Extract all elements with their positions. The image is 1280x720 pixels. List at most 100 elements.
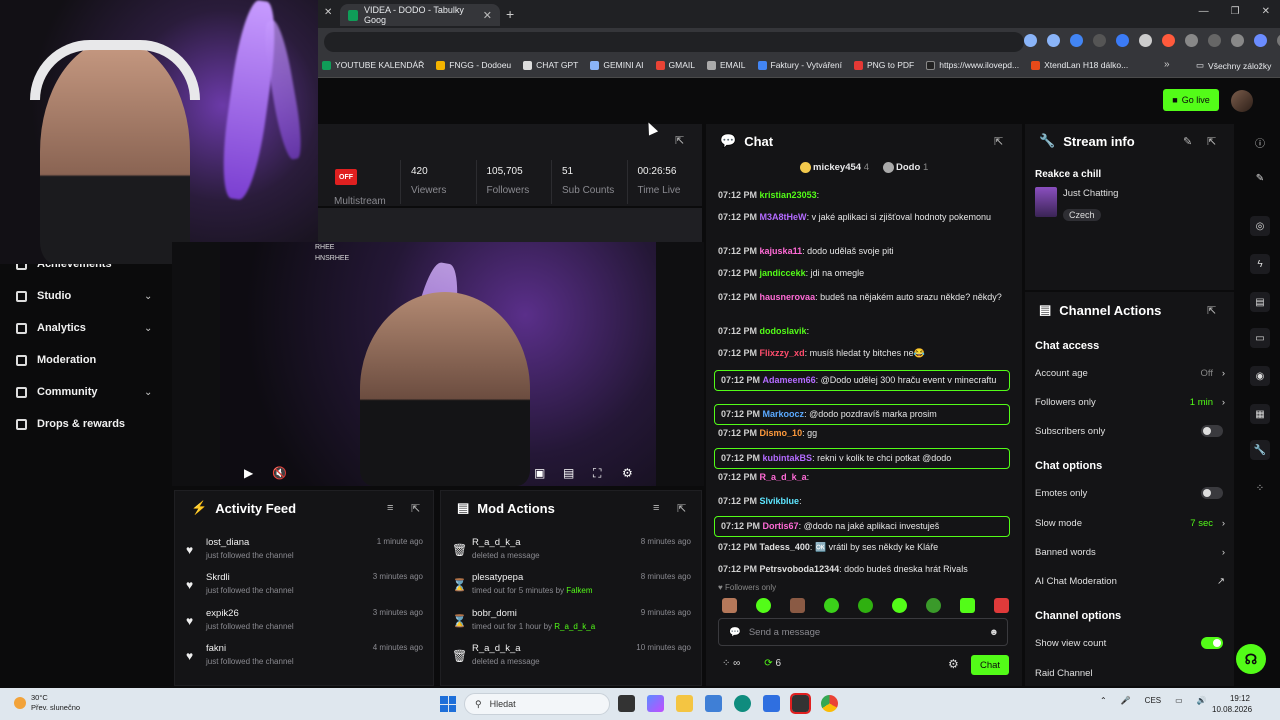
chrome-icon[interactable] bbox=[821, 695, 838, 712]
extension-icon[interactable] bbox=[1070, 34, 1083, 47]
filter-icon[interactable]: ≡ bbox=[387, 502, 393, 514]
avatar[interactable] bbox=[1231, 90, 1253, 112]
multistream-label[interactable]: Multistream bbox=[334, 196, 386, 207]
filter-icon[interactable]: ≡ bbox=[653, 502, 659, 514]
settings-icon[interactable]: ⚙ bbox=[622, 466, 633, 480]
settings-icon[interactable]: ⚙ bbox=[948, 657, 959, 671]
extension-icon[interactable] bbox=[1093, 34, 1106, 47]
sidebar-item-analytics[interactable]: Analytics ⌄ bbox=[16, 322, 152, 334]
popout-icon[interactable]: ⇱ bbox=[677, 502, 686, 515]
message-username[interactable]: Tadess_400 bbox=[760, 542, 810, 552]
message-username[interactable]: Flixzzy_xd bbox=[760, 348, 805, 358]
broadcast-icon[interactable]: ◉ bbox=[1250, 366, 1270, 386]
popout-icon[interactable]: ⇱ bbox=[411, 502, 420, 515]
clock[interactable]: 19:12 10.08.2026 bbox=[1212, 693, 1252, 715]
message-username[interactable]: hausnerovaa bbox=[760, 292, 816, 302]
language-indicator[interactable]: CES bbox=[1145, 696, 1161, 705]
bolt-icon[interactable]: ϟ bbox=[1250, 254, 1270, 274]
mic-icon[interactable]: 🎤 bbox=[1121, 696, 1131, 705]
wrench-icon[interactable]: 🔧 bbox=[1250, 440, 1270, 460]
points-icon[interactable]: ⁘ ∞ bbox=[722, 658, 740, 669]
play-icon[interactable]: ▶ bbox=[244, 466, 253, 480]
emote-icon[interactable] bbox=[960, 598, 975, 613]
popout-icon[interactable]: ⇱ bbox=[994, 135, 1003, 148]
emote-icon[interactable] bbox=[790, 598, 805, 613]
bookmark-item[interactable]: CHAT GPT bbox=[523, 60, 578, 70]
message-username[interactable]: Petrsvoboda12344 bbox=[760, 564, 840, 574]
app-icon[interactable] bbox=[705, 695, 722, 712]
emote-icon[interactable] bbox=[926, 598, 941, 613]
chevron-up-icon[interactable]: ⌃ bbox=[1100, 696, 1107, 705]
pip-icon[interactable]: ▣ bbox=[534, 466, 545, 480]
sidebar-item-drops[interactable]: Drops & rewards bbox=[16, 418, 125, 430]
weather-widget[interactable]: 30°C Přev. slunečno bbox=[14, 693, 80, 713]
slow-mode-setting[interactable]: Slow mode 7 sec › bbox=[1035, 518, 1225, 529]
message-username[interactable]: Dismo_10 bbox=[760, 428, 803, 438]
category-name[interactable]: Just Chatting bbox=[1063, 188, 1118, 199]
profile-icon[interactable] bbox=[1254, 34, 1267, 47]
store-icon[interactable] bbox=[763, 695, 780, 712]
theater-icon[interactable]: ▤ bbox=[563, 466, 574, 480]
download-icon[interactable] bbox=[1231, 34, 1244, 47]
all-bookmarks[interactable]: ▭ Všechny záložky bbox=[1196, 60, 1271, 71]
popout-icon[interactable]: ⇱ bbox=[1207, 135, 1216, 148]
bookmark-item[interactable]: Faktury - Vytváření bbox=[757, 60, 842, 70]
sidebar-item-moderation[interactable]: Moderation bbox=[16, 354, 96, 366]
edge-icon[interactable] bbox=[734, 695, 751, 712]
message-username[interactable]: Slvikblue bbox=[760, 496, 800, 506]
banned-words-setting[interactable]: Banned words › bbox=[1035, 547, 1225, 558]
bookmark-item[interactable]: EMAIL bbox=[706, 60, 746, 70]
help-button[interactable]: ☊ bbox=[1236, 644, 1266, 674]
volume-icon[interactable]: 🔊 bbox=[1197, 696, 1207, 705]
copilot-icon[interactable] bbox=[647, 695, 664, 712]
message-username[interactable]: Adameem66 bbox=[763, 375, 816, 385]
message-username[interactable]: jandiccekk bbox=[760, 268, 806, 278]
capcut-icon[interactable] bbox=[790, 693, 811, 714]
bookmark-item[interactable]: YOUTUBE KALENDÁŘ bbox=[322, 60, 424, 70]
emote-icon[interactable] bbox=[858, 598, 873, 613]
edit-icon[interactable]: ✎ bbox=[1183, 135, 1192, 148]
emotes-only-toggle[interactable] bbox=[1201, 487, 1223, 499]
network-icon[interactable]: ▭ bbox=[1175, 696, 1183, 705]
message-username[interactable]: Markoocz bbox=[763, 409, 805, 419]
extension-icon[interactable] bbox=[1162, 34, 1175, 47]
message-username[interactable]: M3A8tHeW bbox=[760, 212, 807, 222]
close-window-icon[interactable]: ✕ bbox=[1262, 6, 1270, 17]
message-username[interactable]: kristian23053 bbox=[760, 190, 817, 200]
document-icon[interactable]: ▤ bbox=[1250, 292, 1270, 312]
bookmark-item[interactable]: GEMINI AI bbox=[590, 60, 644, 70]
bookmark-item[interactable]: XtendLan H18 dálko... bbox=[1031, 60, 1128, 70]
emote-icon[interactable] bbox=[994, 598, 1009, 613]
task-view-icon[interactable] bbox=[618, 695, 635, 712]
star-icon[interactable] bbox=[1047, 34, 1060, 47]
layout-icon[interactable]: ▦ bbox=[1250, 404, 1270, 424]
go-live-button[interactable]: ■ Go live bbox=[1163, 89, 1219, 111]
explorer-icon[interactable] bbox=[676, 695, 693, 712]
popout-icon[interactable]: ⇱ bbox=[1207, 304, 1216, 317]
subscribers-only-toggle[interactable] bbox=[1201, 425, 1223, 437]
sidebar-item-studio[interactable]: Studio ⌄ bbox=[16, 290, 152, 302]
fullscreen-icon[interactable]: ⛶ bbox=[593, 466, 601, 481]
emote-icon[interactable] bbox=[722, 598, 737, 613]
send-chat-button[interactable]: Chat bbox=[971, 655, 1009, 675]
emote-icon[interactable] bbox=[756, 598, 771, 613]
bookmark-item[interactable]: https://www.ilovepd... bbox=[926, 60, 1019, 70]
url-field[interactable] bbox=[324, 32, 1024, 52]
followers-only-setting[interactable]: Followers only 1 min › bbox=[1035, 397, 1225, 408]
emote-icon[interactable] bbox=[824, 598, 839, 613]
raid-channel-setting[interactable]: Raid Channel bbox=[1035, 668, 1225, 679]
edit-icon[interactable]: ✎ bbox=[1250, 168, 1270, 188]
maximize-icon[interactable]: ❐ bbox=[1231, 6, 1240, 17]
close-tab-icon[interactable]: ✕ bbox=[483, 9, 492, 22]
new-tab-icon[interactable]: + bbox=[506, 6, 514, 22]
minimize-icon[interactable]: — bbox=[1199, 6, 1209, 17]
ai-moderation-setting[interactable]: AI Chat Moderation ↗ bbox=[1035, 576, 1225, 587]
mute-icon[interactable]: 🔇 bbox=[272, 466, 287, 480]
message-username[interactable]: dodoslavik bbox=[760, 326, 807, 336]
emoji-icon[interactable]: ☻ bbox=[989, 627, 999, 638]
sidepanel-icon[interactable] bbox=[1208, 34, 1221, 47]
windows-start-icon[interactable] bbox=[440, 696, 456, 712]
account-age-setting[interactable]: Account age Off › bbox=[1035, 368, 1225, 379]
extension-icon[interactable] bbox=[1139, 34, 1152, 47]
message-username[interactable]: kajuska11 bbox=[760, 246, 803, 256]
